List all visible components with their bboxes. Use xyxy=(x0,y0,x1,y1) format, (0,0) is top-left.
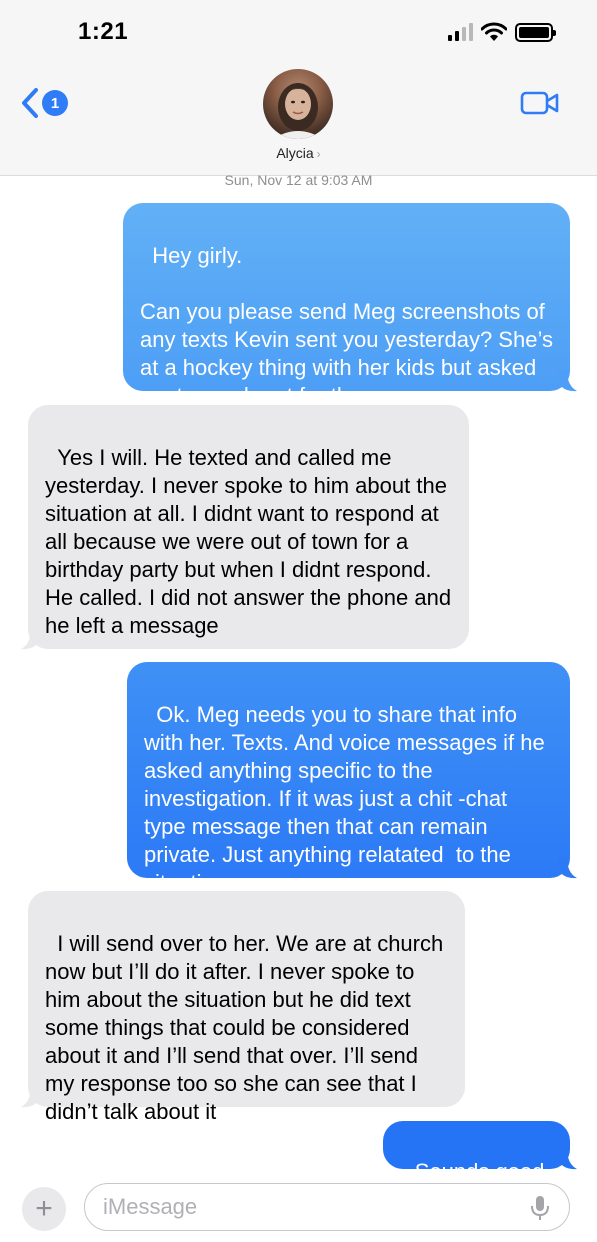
contact-name: Alycia xyxy=(276,145,314,161)
chevron-left-icon xyxy=(22,88,38,118)
contact-name-button[interactable]: Alycia › xyxy=(0,145,597,161)
compose-bar: + xyxy=(0,1175,597,1242)
battery-icon xyxy=(515,22,556,42)
bubble-tail xyxy=(21,1086,39,1108)
plus-icon: + xyxy=(35,1192,53,1225)
bubble-tail xyxy=(559,857,577,879)
timestamp-time: 9:03 AM xyxy=(321,172,373,188)
imessage-input[interactable] xyxy=(84,1183,570,1231)
message-bubble-outgoing[interactable]: Sounds good. xyxy=(383,1121,577,1184)
conversation-header: 1:21 1 Alycia › xyxy=(0,0,597,176)
message-bubble-incoming[interactable]: Yes I will. He texted and called me yest… xyxy=(21,405,469,650)
unread-badge: 1 xyxy=(42,90,68,116)
message-text: Hey girly. Can you please send Meg scree… xyxy=(140,243,553,408)
message-timestamp: Sun, Nov 12 at 9:03 AM xyxy=(0,172,597,188)
message-bubble-outgoing[interactable]: Ok. Meg needs you to share that info wit… xyxy=(127,662,577,895)
avatar-portrait xyxy=(273,83,323,139)
apps-plus-button[interactable]: + xyxy=(22,1187,66,1231)
message-bubble-incoming[interactable]: I will send over to her. We are at churc… xyxy=(21,891,465,1124)
message-text: Yes I will. He texted and called me yest… xyxy=(45,445,458,638)
facetime-button[interactable] xyxy=(520,90,560,121)
status-time: 1:21 xyxy=(78,18,129,45)
chevron-right-icon: › xyxy=(316,147,321,161)
bubble-tail xyxy=(559,1148,577,1170)
message-bubble-outgoing[interactable]: Hey girly. Can you please send Meg scree… xyxy=(123,203,577,408)
message-text: I will send over to her. We are at churc… xyxy=(45,931,450,1124)
back-button[interactable]: 1 xyxy=(20,88,68,118)
video-camera-icon xyxy=(520,91,559,115)
bubble-tail xyxy=(559,370,577,392)
status-icons xyxy=(448,22,556,42)
bubble-tail xyxy=(21,628,39,650)
timestamp-day: Sun, Nov 12 at xyxy=(224,172,318,188)
wifi-icon xyxy=(481,22,507,41)
cellular-signal-icon xyxy=(448,23,473,41)
microphone-icon[interactable] xyxy=(530,1195,550,1221)
message-text: Ok. Meg needs you to share that info wit… xyxy=(144,702,551,895)
contact-avatar[interactable] xyxy=(263,69,333,139)
